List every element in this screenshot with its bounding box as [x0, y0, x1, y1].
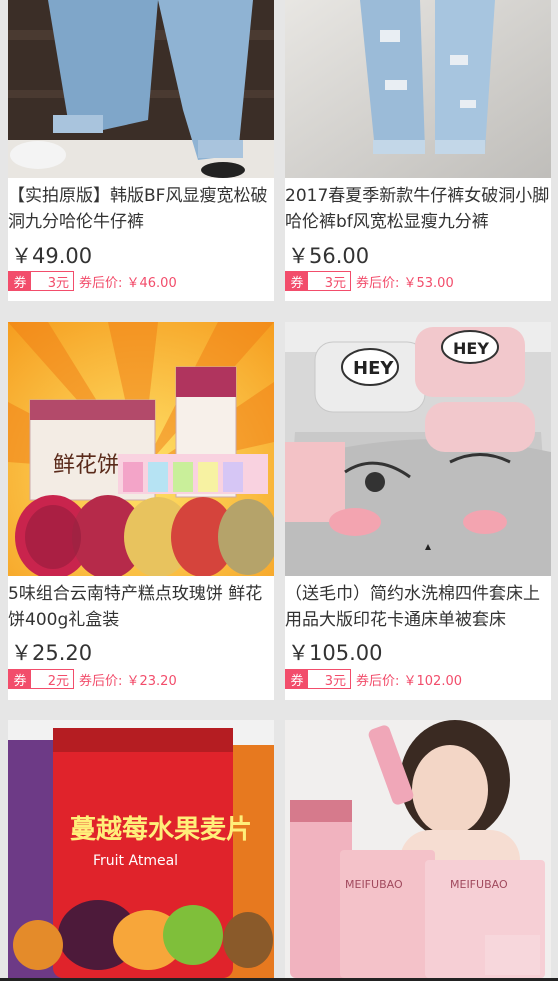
coupon-amount: 3元	[324, 673, 346, 689]
after-coupon-price: 券后价: ￥46.00	[79, 275, 177, 291]
coupon-row: 券 3元 券后价: ￥46.00	[8, 270, 177, 292]
product-image[interactable]	[285, 0, 551, 178]
image-text: MEIFUBAO	[450, 878, 508, 891]
product-image[interactable]	[8, 0, 274, 178]
image-text: HEY	[453, 339, 489, 358]
jeans-photo	[8, 0, 274, 178]
product-card[interactable]: 鲜花饼 5味组合云南特产糕点玫瑰饼 鲜花饼400g礼盒装 ￥25.20 券 2元…	[8, 322, 274, 700]
coupon-row: 券 3元 券后价: ￥53.00	[285, 270, 454, 292]
coupon-badge: 券 3元	[8, 271, 74, 291]
bedding-photo: HEY HEY	[285, 322, 551, 576]
after-coupon-price: 券后价: ￥102.00	[356, 673, 462, 689]
image-subtext: Fruit Atmeal	[93, 853, 178, 869]
flower-cake-photo: 鲜花饼	[8, 322, 274, 576]
product-title[interactable]: 【实拍原版】韩版BF风显瘦宽松破洞九分哈伦牛仔裤	[8, 183, 274, 235]
coupon-badge: 券 2元	[8, 669, 74, 689]
coupon-tag: 券	[9, 272, 31, 291]
product-image[interactable]: HEY HEY	[285, 322, 551, 576]
product-price: ￥105.00	[288, 641, 383, 665]
product-image[interactable]: MEIFUBAO MEIFUBAO	[285, 720, 551, 978]
after-coupon-price: 券后价: ￥23.20	[79, 673, 177, 689]
coupon-tag: 券	[286, 272, 308, 291]
coupon-row: 券 2元 券后价: ￥23.20	[8, 668, 177, 690]
coupon-tag: 券	[286, 670, 308, 689]
product-title[interactable]: 5味组合云南特产糕点玫瑰饼 鲜花饼400g礼盒装	[8, 581, 274, 633]
image-text: 鲜花饼	[53, 453, 119, 478]
product-card[interactable]: 蔓越莓水果麦片 Fruit Atmeal	[8, 720, 274, 978]
image-text: HEY	[353, 358, 394, 379]
product-card[interactable]: 【实拍原版】韩版BF风显瘦宽松破洞九分哈伦牛仔裤 ￥49.00 券 3元 券后价…	[8, 0, 274, 301]
coupon-amount: 3元	[324, 275, 346, 291]
coupon-tag: 券	[9, 670, 31, 689]
product-image[interactable]: 鲜花饼	[8, 322, 274, 576]
coupon-badge: 券 3元	[285, 271, 351, 291]
coupon-amount: 3元	[47, 275, 69, 291]
product-image[interactable]: 蔓越莓水果麦片 Fruit Atmeal	[8, 720, 274, 978]
product-card[interactable]: 2017春夏季新款牛仔裤女破洞小脚哈伦裤bf风宽松显瘦九分裤 ￥56.00 券 …	[285, 0, 551, 301]
product-card[interactable]: HEY HEY （送毛巾）简约水洗棉四件套床上用品大版印花卡通床单被套床 ￥10…	[285, 322, 551, 700]
coupon-row: 券 3元 券后价: ￥102.00	[285, 668, 462, 690]
product-title[interactable]: 2017春夏季新款牛仔裤女破洞小脚哈伦裤bf风宽松显瘦九分裤	[285, 183, 551, 235]
ripped-jeans-photo	[285, 0, 551, 178]
product-card[interactable]: MEIFUBAO MEIFUBAO	[285, 720, 551, 978]
image-text: MEIFUBAO	[345, 878, 403, 891]
coupon-badge: 券 3元	[285, 669, 351, 689]
product-title[interactable]: （送毛巾）简约水洗棉四件套床上用品大版印花卡通床单被套床	[285, 581, 551, 633]
cranberry-oatmeal-photo: 蔓越莓水果麦片 Fruit Atmeal	[8, 720, 274, 978]
after-coupon-price: 券后价: ￥53.00	[356, 275, 454, 291]
image-text: 蔓越莓水果麦片	[70, 815, 252, 845]
product-price: ￥56.00	[288, 244, 370, 268]
cosmetics-photo: MEIFUBAO MEIFUBAO	[285, 720, 551, 978]
coupon-amount: 2元	[47, 673, 69, 689]
product-price: ￥25.20	[11, 641, 93, 665]
product-price: ￥49.00	[11, 244, 93, 268]
